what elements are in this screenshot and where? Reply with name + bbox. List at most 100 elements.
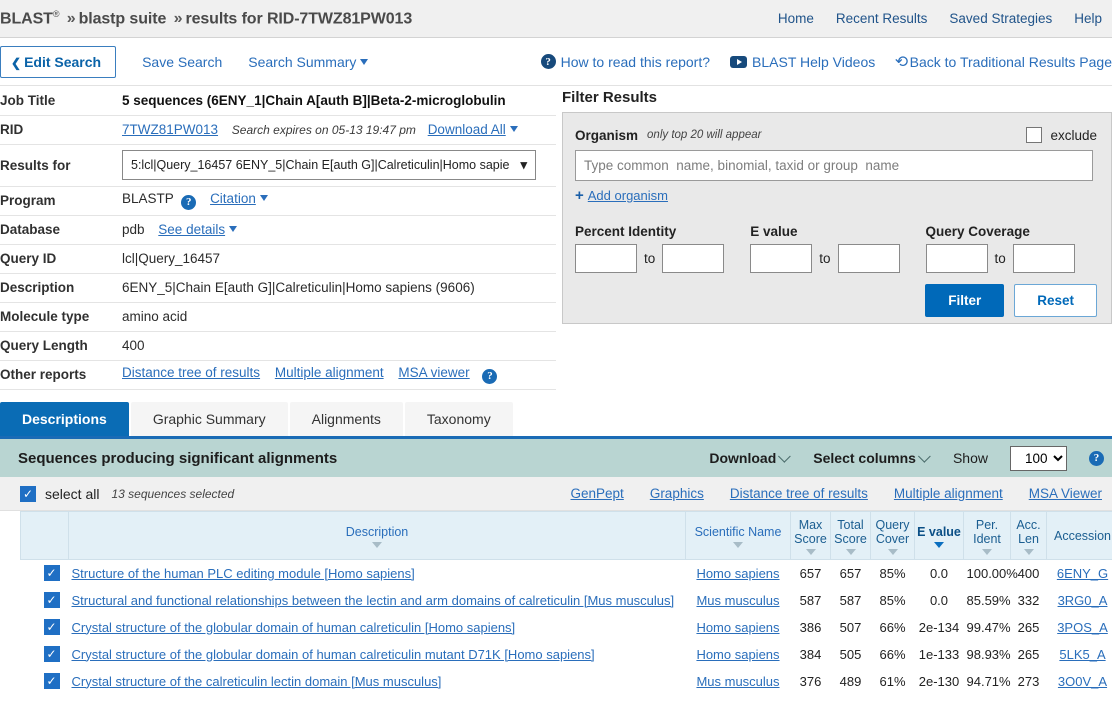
download-all-link[interactable]: Download All: [428, 122, 506, 137]
row-checkbox[interactable]: ✓: [43, 673, 60, 689]
sort-arrow-icon[interactable]: [1023, 549, 1034, 556]
sort-arrow-icon[interactable]: [845, 549, 856, 556]
tab-taxonomy[interactable]: Taxonomy: [404, 402, 513, 436]
query-coverage-from-input[interactable]: [925, 244, 988, 273]
exclude-checkbox[interactable]: [1026, 127, 1043, 143]
evalue-label: E value: [750, 224, 798, 239]
results-for-select[interactable]: 5:lcl|Query_16457 6ENY_5|Chain E[auth G]…: [122, 150, 536, 180]
table-row: ✓ Crystal structure of the globular doma…: [21, 641, 1112, 668]
add-organism-link[interactable]: Add organism: [588, 188, 668, 203]
row-accession-link[interactable]: 3O0V_A: [1058, 674, 1107, 689]
percent-identity-from-input[interactable]: [575, 244, 637, 273]
header-scientific-name[interactable]: Scientific Name: [685, 511, 791, 560]
nav-saved-strategies[interactable]: Saved Strategies: [949, 11, 1052, 26]
header-query-cover[interactable]: Query Cover: [870, 511, 915, 560]
header-scientific-name-label[interactable]: Scientific Name: [695, 525, 782, 539]
evalue-from-input[interactable]: [750, 244, 813, 273]
download-menu[interactable]: Download: [709, 449, 792, 466]
show-count-select[interactable]: 100: [1010, 445, 1067, 471]
results-tabs: Descriptions Graphic Summary Alignments …: [0, 402, 1112, 439]
row-per-ident: 98.93%: [966, 646, 1011, 662]
tab-graphic-summary[interactable]: Graphic Summary: [130, 402, 288, 436]
filter-results-title: Filter Results: [562, 89, 658, 106]
organism-input[interactable]: [575, 150, 1093, 181]
header-query-cover-label: Query Cover: [875, 517, 910, 546]
header-e-value[interactable]: E value: [914, 511, 964, 560]
info-key-program: Program: [0, 186, 122, 216]
genpept-link[interactable]: GenPept: [571, 486, 624, 501]
info-row-description: Description 6ENY_5|Chain E[auth G]|Calre…: [0, 273, 556, 303]
row-description-link[interactable]: Structure of the human PLC editing modul…: [72, 566, 415, 581]
sort-arrow-icon[interactable]: [934, 542, 944, 549]
search-expires-text: Search expires on 05-13 19:47 pm: [231, 123, 416, 137]
help-icon[interactable]: ?: [482, 368, 498, 384]
organism-label: Organism: [575, 127, 639, 143]
multiple-alignment-link[interactable]: Multiple alignment: [275, 365, 384, 380]
header-per-ident[interactable]: Per. Ident: [963, 511, 1011, 560]
row-accession-link[interactable]: 6ENY_G: [1057, 566, 1108, 581]
distance-tree-link[interactable]: Distance tree of results: [122, 365, 260, 380]
back-to-traditional-link[interactable]: ⟳ Back to Traditional Results Page: [895, 52, 1112, 72]
select-columns-menu[interactable]: Select columns: [813, 449, 931, 466]
search-summary-link[interactable]: Search Summary: [248, 54, 369, 70]
header-description[interactable]: Description: [68, 511, 686, 560]
row-spacer: [21, 560, 35, 587]
evalue-to-input[interactable]: [837, 244, 900, 273]
nav-recent-results[interactable]: Recent Results: [836, 11, 928, 26]
row-description-link[interactable]: Crystal structure of the globular domain…: [72, 620, 516, 635]
nav-help[interactable]: Help: [1074, 11, 1102, 26]
row-description-link[interactable]: Structural and functional relationships …: [72, 593, 675, 608]
row-checkbox[interactable]: ✓: [43, 592, 60, 608]
row-accession-link[interactable]: 5LK5_A: [1059, 647, 1105, 662]
header-total-score[interactable]: Total Score: [830, 511, 871, 560]
percent-identity-to-input[interactable]: [662, 244, 725, 273]
row-scientific-name-link[interactable]: Homo sapiens: [696, 566, 779, 581]
see-details-link[interactable]: See details: [158, 222, 225, 237]
citation-link[interactable]: Citation: [210, 191, 256, 206]
row-accession-link[interactable]: 3RG0_A: [1058, 593, 1108, 608]
header-max-score[interactable]: Max Score: [790, 511, 831, 560]
blast-help-videos-link[interactable]: BLAST Help Videos: [730, 54, 875, 70]
edit-search-button[interactable]: ❮ Edit Search: [0, 45, 117, 78]
filter-button[interactable]: Filter: [925, 284, 1005, 317]
tab-descriptions[interactable]: Descriptions: [0, 402, 129, 436]
graphics-link[interactable]: Graphics: [650, 486, 704, 501]
add-organism-row: + Add organism: [575, 187, 1097, 204]
sort-arrow-icon[interactable]: [805, 549, 816, 556]
header-description-label[interactable]: Description: [346, 525, 409, 539]
evalue-group: E value to: [750, 224, 900, 273]
help-icon[interactable]: ?: [181, 194, 197, 210]
header-accession-label: Accession: [1054, 529, 1111, 544]
header-accession[interactable]: Accession: [1046, 511, 1112, 560]
row-scientific-name-link[interactable]: Mus musculus: [696, 593, 779, 608]
organism-row: Organism only top 20 will appear exclude: [575, 127, 1097, 143]
how-to-read-report-link[interactable]: ? How to read this report?: [540, 54, 710, 70]
nav-home[interactable]: Home: [778, 11, 814, 26]
header-acc-len[interactable]: Acc. Len: [1010, 511, 1047, 560]
row-accession-link[interactable]: 3POS_A: [1057, 620, 1108, 635]
query-coverage-to-input[interactable]: [1012, 244, 1075, 273]
row-checkbox[interactable]: ✓: [43, 565, 60, 582]
row-scientific-name-link[interactable]: Mus musculus: [696, 674, 779, 689]
sort-arrow-icon[interactable]: [982, 549, 992, 556]
row-description-link[interactable]: Crystal structure of the globular domain…: [72, 647, 595, 662]
distance-tree-link[interactable]: Distance tree of results: [730, 486, 868, 501]
sort-arrow-icon[interactable]: [372, 542, 382, 549]
sort-arrow-icon[interactable]: [887, 549, 898, 556]
results-table-wrapper: Description Scientific Name Max Score To…: [0, 511, 1112, 695]
row-scientific-name-link[interactable]: Homo sapiens: [696, 647, 779, 662]
save-search-link[interactable]: Save Search: [142, 54, 222, 70]
tab-alignments[interactable]: Alignments: [289, 402, 403, 436]
msa-viewer-link[interactable]: MSA Viewer: [1029, 486, 1102, 501]
msa-viewer-link[interactable]: MSA viewer: [398, 365, 469, 380]
row-description-link[interactable]: Crystal structure of the calreticulin le…: [72, 674, 442, 689]
multiple-alignment-link[interactable]: Multiple alignment: [894, 486, 1003, 501]
row-checkbox[interactable]: ✓: [43, 646, 60, 662]
reset-button[interactable]: Reset: [1014, 284, 1097, 317]
select-all-checkbox[interactable]: ✓: [20, 485, 36, 502]
sort-arrow-icon[interactable]: [733, 542, 743, 549]
help-icon[interactable]: ?: [1089, 450, 1104, 466]
row-scientific-name-link[interactable]: Homo sapiens: [696, 620, 779, 635]
rid-link[interactable]: 7TWZ81PW013: [122, 122, 218, 137]
row-checkbox[interactable]: ✓: [43, 619, 60, 635]
